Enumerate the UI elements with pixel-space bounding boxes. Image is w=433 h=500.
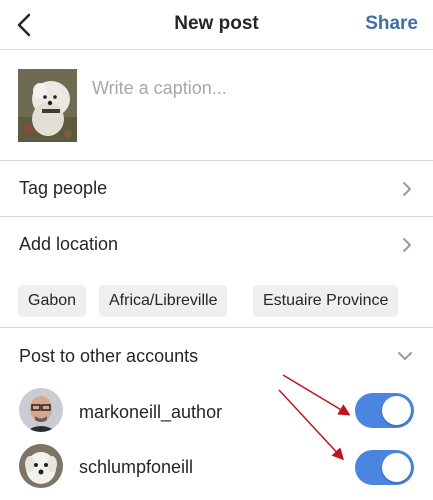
account-row: schlumpfoneill — [0, 441, 433, 491]
location-chip[interactable]: Estuaire Province — [253, 285, 399, 317]
share-toggle[interactable] — [355, 393, 414, 428]
caption-input[interactable]: Write a caption... — [92, 78, 227, 99]
other-accounts-label: Post to other accounts — [19, 346, 199, 366]
avatar — [19, 444, 63, 488]
chevron-down-icon[interactable] — [397, 350, 413, 362]
location-suggestions: Gabon Africa/Libreville Estuaire Provinc… — [0, 273, 433, 328]
toggle-knob — [382, 396, 411, 425]
add-location-label: Add location — [19, 234, 119, 254]
share-toggle[interactable] — [355, 450, 414, 485]
compose-area: Write a caption... — [0, 50, 433, 161]
chevron-right-icon — [403, 238, 411, 252]
share-button[interactable]: Share — [365, 13, 418, 35]
tag-people-row[interactable]: Tag people — [0, 161, 433, 217]
location-chip[interactable]: Gabon — [18, 285, 87, 317]
post-thumbnail — [18, 69, 77, 142]
add-location-row[interactable]: Add location — [0, 217, 433, 273]
avatar — [19, 388, 63, 432]
top-bar: New post Share — [0, 0, 433, 50]
location-chip[interactable]: Africa/Libreville — [99, 285, 228, 317]
account-row: markoneill_author — [0, 386, 433, 436]
toggle-knob — [382, 453, 411, 482]
tag-people-label: Tag people — [19, 178, 108, 198]
account-name: markoneill_author — [79, 402, 223, 422]
chevron-right-icon — [403, 182, 411, 196]
account-name: schlumpfoneill — [79, 457, 194, 477]
